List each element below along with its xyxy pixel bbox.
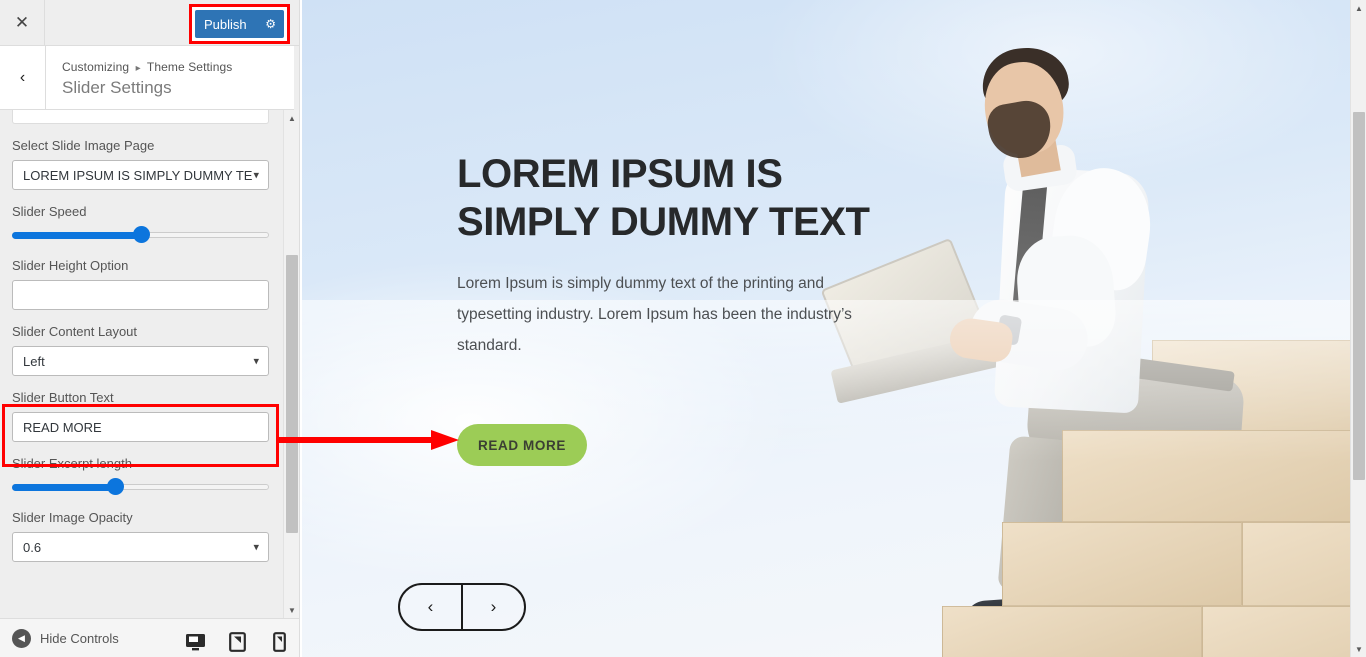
input-value: READ MORE bbox=[23, 419, 102, 435]
chevron-down-icon: ▾ bbox=[253, 541, 259, 554]
slider-image-opacity-dropdown[interactable]: 0.6 ▾ bbox=[12, 532, 269, 562]
page-title: Slider Settings bbox=[62, 78, 172, 97]
publish-highlight-box: Publish ⚙ bbox=[189, 4, 290, 44]
annotation-arrow bbox=[277, 430, 459, 450]
slider-navigation: ‹ › bbox=[398, 583, 526, 631]
customizer-sidebar: ✕ Publish ⚙ ‹ Customizing ▸ Theme Settin… bbox=[0, 0, 300, 657]
hero-content: LOREM IPSUM IS SIMPLY DUMMY TEXT Lorem I… bbox=[457, 150, 887, 361]
chevron-down-icon: ▾ bbox=[253, 355, 259, 368]
control-label: Slider Speed bbox=[12, 204, 87, 219]
gear-icon[interactable]: ⚙ bbox=[265, 17, 276, 31]
scroll-up-icon[interactable]: ▲ bbox=[284, 110, 299, 126]
hero-description: Lorem Ipsum is simply dummy text of the … bbox=[457, 275, 852, 354]
scroll-down-icon[interactable]: ▼ bbox=[1351, 641, 1366, 657]
slider-content-layout-dropdown[interactable]: Left ▾ bbox=[12, 346, 269, 376]
range-fill bbox=[12, 232, 141, 239]
tablet-icon[interactable] bbox=[220, 627, 254, 657]
mobile-icon[interactable] bbox=[262, 627, 296, 657]
stone-block bbox=[1242, 522, 1350, 606]
window-scrollbar-thumb[interactable] bbox=[1353, 112, 1365, 480]
slider-next-button[interactable]: › bbox=[463, 585, 524, 629]
site-preview: LOREM IPSUM IS SIMPLY DUMMY TEXT Lorem I… bbox=[302, 0, 1350, 657]
window-scrollbar[interactable]: ▲ ▼ bbox=[1350, 0, 1366, 657]
back-button[interactable]: ‹ bbox=[0, 46, 46, 109]
control-select-slide-image-page: Select Slide Image Page LOREM IPSUM IS S… bbox=[12, 138, 271, 190]
breadcrumb-root[interactable]: Customizing bbox=[62, 60, 129, 74]
panel-header: ‹ Customizing ▸ Theme Settings Slider Se… bbox=[0, 46, 294, 110]
scroll-down-icon[interactable]: ▼ bbox=[284, 602, 299, 618]
range-knob[interactable] bbox=[132, 226, 150, 243]
stone-block bbox=[1202, 606, 1350, 657]
slider-excerpt-length-range[interactable] bbox=[12, 478, 269, 496]
hide-controls-button[interactable]: ◀ Hide Controls bbox=[12, 629, 119, 648]
slider-prev-button[interactable]: ‹ bbox=[400, 585, 463, 629]
slider-speed-range[interactable] bbox=[12, 226, 269, 244]
sidebar-footer: ◀ Hide Controls bbox=[0, 618, 299, 657]
control-label: Slider Image Opacity bbox=[12, 510, 133, 525]
control-label: Slider Height Option bbox=[12, 258, 129, 273]
publish-button[interactable]: Publish ⚙ bbox=[195, 10, 284, 38]
slider-height-option-input[interactable] bbox=[12, 280, 269, 310]
controls-list: Select Slide Image Page LOREM IPSUM IS S… bbox=[0, 110, 283, 618]
breadcrumb-current[interactable]: Theme Settings bbox=[147, 60, 232, 74]
chevron-down-icon: ▾ bbox=[253, 169, 259, 182]
scroll-up-icon[interactable]: ▲ bbox=[1351, 0, 1366, 16]
customizer-window: ✕ Publish ⚙ ‹ Customizing ▸ Theme Settin… bbox=[0, 0, 1366, 657]
stone-block bbox=[1062, 430, 1350, 522]
breadcrumb: Customizing ▸ Theme Settings bbox=[62, 60, 232, 74]
control-slider-excerpt-length: Slider Excerpt length bbox=[12, 456, 271, 496]
stone-block bbox=[942, 606, 1202, 657]
select-value: Left bbox=[23, 353, 45, 369]
select-value: 0.6 bbox=[23, 539, 42, 555]
desktop-icon[interactable] bbox=[178, 627, 212, 657]
preview-read-more-button[interactable]: READ MORE bbox=[457, 424, 587, 466]
slider-button-text-input[interactable]: READ MORE bbox=[12, 412, 269, 442]
select-value: LOREM IPSUM IS SIMPLY DUMMY TE bbox=[23, 167, 253, 183]
hero-title: LOREM IPSUM IS SIMPLY DUMMY TEXT bbox=[457, 152, 870, 244]
sidebar-scrollbar-thumb[interactable] bbox=[286, 255, 298, 533]
control-slider-height-option: Slider Height Option bbox=[12, 258, 271, 310]
close-icon[interactable]: ✕ bbox=[0, 0, 45, 45]
breadcrumb-separator-icon: ▸ bbox=[135, 63, 141, 74]
range-fill bbox=[12, 484, 115, 491]
arrow-left-circle-icon: ◀ bbox=[12, 629, 31, 648]
control-slider-content-layout: Slider Content Layout Left ▾ bbox=[12, 324, 271, 376]
customizer-topbar: ✕ Publish ⚙ bbox=[0, 0, 299, 46]
control-label: Select Slide Image Page bbox=[12, 138, 155, 153]
control-slider-image-opacity: Slider Image Opacity 0.6 ▾ bbox=[12, 510, 271, 562]
hide-controls-label: Hide Controls bbox=[40, 631, 119, 646]
control-label: Slider Excerpt length bbox=[12, 456, 132, 471]
publish-button-label: Publish bbox=[204, 16, 247, 32]
sidebar-scrollbar[interactable]: ▲ ▼ bbox=[283, 110, 299, 618]
select-slide-image-page-dropdown[interactable]: LOREM IPSUM IS SIMPLY DUMMY TE ▾ bbox=[12, 160, 269, 190]
control-label: Slider Content Layout bbox=[12, 324, 138, 339]
stone-block bbox=[1002, 522, 1242, 606]
control-slider-button-text: Slider Button Text READ MORE bbox=[12, 390, 271, 442]
control-slider-speed: Slider Speed bbox=[12, 204, 271, 244]
control-label: Slider Button Text bbox=[12, 390, 114, 405]
range-knob[interactable] bbox=[106, 478, 124, 495]
clipped-control-above bbox=[12, 110, 269, 124]
